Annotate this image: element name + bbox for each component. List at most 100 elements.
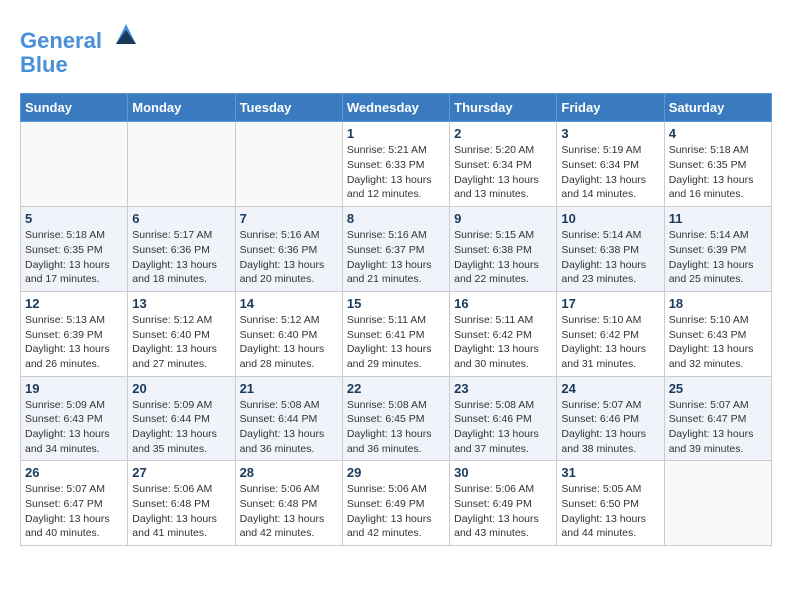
calendar-cell: 25Sunrise: 5:07 AM Sunset: 6:47 PM Dayli… (664, 376, 771, 461)
weekday-header-row: SundayMondayTuesdayWednesdayThursdayFrid… (21, 94, 772, 122)
calendar-cell: 14 Sunrise: 5:12 AM Sunset: 6:40 PM Dayli… (235, 291, 342, 376)
day-number: 22 (347, 381, 445, 396)
day-info: Sunrise: 5:17 AM Sunset: 6:36 PM Dayligh… (132, 228, 230, 287)
day-info: Sunrise: 5:11 AM Sunset: 6:41 PM Dayligh… (347, 313, 445, 372)
day-info: Sunrise: 5:18 AM Sunset: 6:35 PM Dayligh… (669, 143, 767, 202)
day-info: Sunrise: 5:14 AM Sunset: 6:38 PM Dayligh… (561, 228, 659, 287)
day-info: Sunrise: 5:21 AM Sunset: 6:33 PM Dayligh… (347, 143, 445, 202)
calendar-cell: 5 Sunrise: 5:18 AM Sunset: 6:35 PM Daylig… (21, 207, 128, 292)
weekday-header-saturday: Saturday (664, 94, 771, 122)
day-info: Sunrise: 5:08 AM Sunset: 6:45 PM Dayligh… (347, 398, 445, 457)
weekday-header-sunday: Sunday (21, 94, 128, 122)
calendar-cell: 21 Sunrise: 5:08 AM Sunset: 6:44 PM Dayli… (235, 376, 342, 461)
day-info: Sunrise: 5:06 AM Sunset: 6:49 PM Dayligh… (454, 482, 552, 541)
day-number: 4 (669, 126, 767, 141)
calendar-cell: 28 Sunrise: 5:06 AM Sunset: 6:48 PM Dayli… (235, 461, 342, 546)
day-info: Sunrise: 5:09 AM Sunset: 6:43 PM Dayligh… (25, 398, 123, 457)
day-number: 27 (132, 465, 230, 480)
logo: General Blue (20, 20, 140, 77)
day-number: 18 (669, 296, 767, 311)
day-number: 1 (347, 126, 445, 141)
day-info: Sunrise: 5:19 AM Sunset: 6:34 PM Dayligh… (561, 143, 659, 202)
day-info: Sunrise: 5:10 AM Sunset: 6:42 PM Dayligh… (561, 313, 659, 372)
calendar-cell: 19Sunrise: 5:09 AM Sunset: 6:43 PM Dayli… (21, 376, 128, 461)
day-number: 29 (347, 465, 445, 480)
calendar-cell (664, 461, 771, 546)
day-number: 30 (454, 465, 552, 480)
page-header: General Blue (20, 20, 772, 77)
calendar-cell: 3 Sunrise: 5:19 AM Sunset: 6:34 PM Daylig… (557, 122, 664, 207)
calendar-cell: 22 Sunrise: 5:08 AM Sunset: 6:45 PM Dayli… (342, 376, 449, 461)
weekday-header-tuesday: Tuesday (235, 94, 342, 122)
calendar-cell: 20 Sunrise: 5:09 AM Sunset: 6:44 PM Dayli… (128, 376, 235, 461)
day-info: Sunrise: 5:07 AM Sunset: 6:47 PM Dayligh… (669, 398, 767, 457)
day-info: Sunrise: 5:11 AM Sunset: 6:42 PM Dayligh… (454, 313, 552, 372)
calendar-week-5: 26 Sunrise: 5:07 AM Sunset: 6:47 PM Dayli… (21, 461, 772, 546)
day-info: Sunrise: 5:08 AM Sunset: 6:44 PM Dayligh… (240, 398, 338, 457)
day-number: 20 (132, 381, 230, 396)
day-info: Sunrise: 5:07 AM Sunset: 6:47 PM Dayligh… (25, 482, 123, 541)
calendar-cell: 12Sunrise: 5:13 AM Sunset: 6:39 PM Dayli… (21, 291, 128, 376)
day-number: 14 (240, 296, 338, 311)
calendar-week-3: 12Sunrise: 5:13 AM Sunset: 6:39 PM Dayli… (21, 291, 772, 376)
day-number: 17 (561, 296, 659, 311)
calendar-cell: 31 Sunrise: 5:05 AM Sunset: 6:50 PM Dayli… (557, 461, 664, 546)
day-info: Sunrise: 5:08 AM Sunset: 6:46 PM Dayligh… (454, 398, 552, 457)
day-number: 8 (347, 211, 445, 226)
calendar-cell: 10Sunrise: 5:14 AM Sunset: 6:38 PM Dayli… (557, 207, 664, 292)
day-number: 7 (240, 211, 338, 226)
calendar-cell (128, 122, 235, 207)
day-info: Sunrise: 5:07 AM Sunset: 6:46 PM Dayligh… (561, 398, 659, 457)
weekday-header-monday: Monday (128, 94, 235, 122)
day-info: Sunrise: 5:10 AM Sunset: 6:43 PM Dayligh… (669, 313, 767, 372)
calendar-cell: 30 Sunrise: 5:06 AM Sunset: 6:49 PM Dayli… (450, 461, 557, 546)
day-number: 16 (454, 296, 552, 311)
day-info: Sunrise: 5:16 AM Sunset: 6:37 PM Dayligh… (347, 228, 445, 287)
calendar-cell: 2 Sunrise: 5:20 AM Sunset: 6:34 PM Daylig… (450, 122, 557, 207)
logo-general: General (20, 28, 102, 53)
calendar-cell: 27 Sunrise: 5:06 AM Sunset: 6:48 PM Dayli… (128, 461, 235, 546)
day-number: 11 (669, 211, 767, 226)
day-number: 3 (561, 126, 659, 141)
calendar-cell: 15 Sunrise: 5:11 AM Sunset: 6:41 PM Dayli… (342, 291, 449, 376)
day-info: Sunrise: 5:20 AM Sunset: 6:34 PM Dayligh… (454, 143, 552, 202)
calendar-cell: 16 Sunrise: 5:11 AM Sunset: 6:42 PM Dayli… (450, 291, 557, 376)
day-info: Sunrise: 5:12 AM Sunset: 6:40 PM Dayligh… (240, 313, 338, 372)
day-number: 5 (25, 211, 123, 226)
day-info: Sunrise: 5:05 AM Sunset: 6:50 PM Dayligh… (561, 482, 659, 541)
logo-text: General (20, 20, 140, 53)
calendar-cell: 23 Sunrise: 5:08 AM Sunset: 6:46 PM Dayli… (450, 376, 557, 461)
day-info: Sunrise: 5:12 AM Sunset: 6:40 PM Dayligh… (132, 313, 230, 372)
calendar-week-2: 5 Sunrise: 5:18 AM Sunset: 6:35 PM Daylig… (21, 207, 772, 292)
day-info: Sunrise: 5:18 AM Sunset: 6:35 PM Dayligh… (25, 228, 123, 287)
calendar-cell: 24Sunrise: 5:07 AM Sunset: 6:46 PM Dayli… (557, 376, 664, 461)
day-info: Sunrise: 5:14 AM Sunset: 6:39 PM Dayligh… (669, 228, 767, 287)
calendar-cell: 26 Sunrise: 5:07 AM Sunset: 6:47 PM Dayli… (21, 461, 128, 546)
calendar-cell: 8 Sunrise: 5:16 AM Sunset: 6:37 PM Daylig… (342, 207, 449, 292)
day-number: 6 (132, 211, 230, 226)
weekday-header-friday: Friday (557, 94, 664, 122)
day-number: 21 (240, 381, 338, 396)
day-number: 23 (454, 381, 552, 396)
day-info: Sunrise: 5:15 AM Sunset: 6:38 PM Dayligh… (454, 228, 552, 287)
day-info: Sunrise: 5:06 AM Sunset: 6:48 PM Dayligh… (132, 482, 230, 541)
day-info: Sunrise: 5:16 AM Sunset: 6:36 PM Dayligh… (240, 228, 338, 287)
day-info: Sunrise: 5:06 AM Sunset: 6:48 PM Dayligh… (240, 482, 338, 541)
logo-blue: Blue (20, 53, 140, 77)
calendar-cell: 9 Sunrise: 5:15 AM Sunset: 6:38 PM Daylig… (450, 207, 557, 292)
calendar-week-4: 19Sunrise: 5:09 AM Sunset: 6:43 PM Dayli… (21, 376, 772, 461)
day-number: 26 (25, 465, 123, 480)
day-number: 28 (240, 465, 338, 480)
day-number: 15 (347, 296, 445, 311)
day-info: Sunrise: 5:09 AM Sunset: 6:44 PM Dayligh… (132, 398, 230, 457)
logo-icon (112, 20, 140, 48)
day-info: Sunrise: 5:06 AM Sunset: 6:49 PM Dayligh… (347, 482, 445, 541)
weekday-header-thursday: Thursday (450, 94, 557, 122)
calendar-cell: 13 Sunrise: 5:12 AM Sunset: 6:40 PM Dayli… (128, 291, 235, 376)
calendar-cell: 1 Sunrise: 5:21 AM Sunset: 6:33 PM Daylig… (342, 122, 449, 207)
calendar-cell: 18 Sunrise: 5:10 AM Sunset: 6:43 PM Dayli… (664, 291, 771, 376)
day-number: 2 (454, 126, 552, 141)
day-number: 31 (561, 465, 659, 480)
day-number: 13 (132, 296, 230, 311)
day-number: 9 (454, 211, 552, 226)
